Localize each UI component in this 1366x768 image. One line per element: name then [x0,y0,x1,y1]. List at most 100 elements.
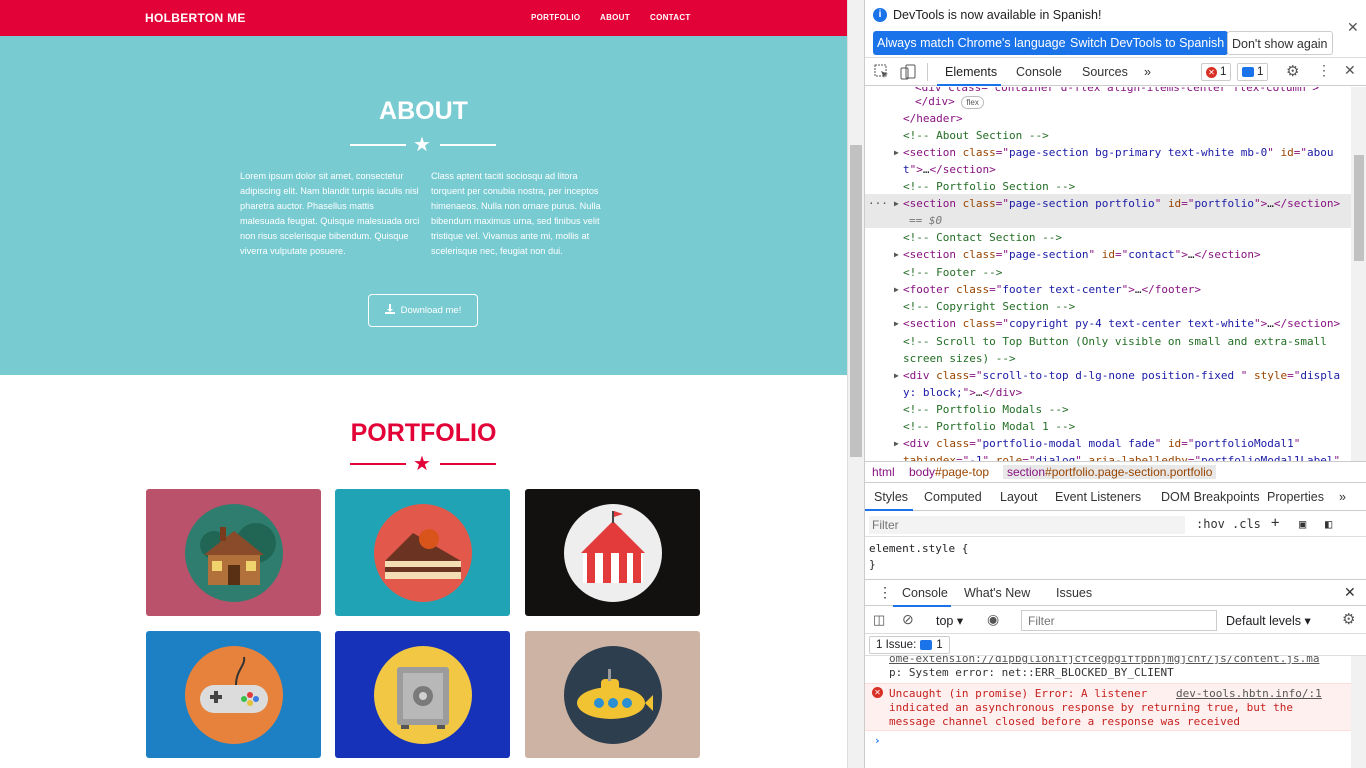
toolbar-separator [927,63,928,81]
dont-show-again-button[interactable]: Don't show again [1227,31,1333,55]
about-text-left: Lorem ipsum dolor sit amet, consectetur … [240,171,420,256]
cls-toggle[interactable]: .cls [1232,517,1261,531]
brand-logo[interactable]: HOLBERTON ME [145,11,246,25]
tab-styles[interactable]: Styles [874,490,908,504]
issues-label: 1 Issue: [876,639,917,651]
language-infobar: i DevTools is now available in Spanish! … [865,0,1366,58]
star-icon: ★ [413,453,431,475]
more-tabs-icon[interactable]: » [1144,65,1151,79]
issues-row: 1 Issue: 1 [865,634,1366,656]
drawer-tab-console[interactable]: Console [902,586,948,600]
close-devtools-icon[interactable]: ✕ [1344,62,1360,78]
tab-sources[interactable]: Sources [1082,65,1128,79]
switch-language-button[interactable]: Switch DevTools to Spanish [1066,31,1229,55]
nav-link-contact[interactable]: CONTACT [650,13,691,22]
issues-button[interactable]: 1 Issue: 1 [869,636,950,654]
elements-scrollbar[interactable] [1351,87,1366,461]
drawer-tab-whats-new[interactable]: What's New [964,586,1030,600]
tab-computed[interactable]: Computed [924,490,982,504]
breadcrumb-html[interactable]: html [872,465,895,479]
about-title: ABOUT [379,97,468,125]
new-style-rule-icon[interactable]: + [1271,515,1279,531]
error-icon: ✕ [1206,66,1217,78]
match-language-button[interactable]: Always match Chrome's language [873,31,1070,55]
close-drawer-icon[interactable]: ✕ [1344,584,1356,601]
portfolio-item-safe[interactable] [335,631,510,758]
tab-console[interactable]: Console [1016,65,1062,79]
clear-console-icon[interactable]: ⊘ [902,611,914,628]
console-message-source[interactable]: ome-extension://dipbglionifjcfcegpgiffpb… [889,656,1319,666]
infobar-message: DevTools is now available in Spanish! [893,8,1102,22]
info-icon: i [873,8,887,22]
navbar: HOLBERTON ME PORTFOLIO ABOUT CONTACT [0,0,847,36]
issues-count: 1 [936,639,943,651]
error-message-line-3: message channel closed before a response… [889,715,1240,728]
error-icon: ✕ [872,687,883,698]
console-error-entry: ✕ Uncaught (in promise) Error: A listene… [865,683,1351,731]
console-messages[interactable]: ome-extension://dipbglionifjcfcegpgiffpb… [865,656,1351,768]
portfolio-item-cabin[interactable] [146,489,321,616]
error-count-badge[interactable]: ✕ 1 [1201,63,1232,81]
page-scrollbar[interactable] [847,0,864,768]
console-settings-gear-icon[interactable]: ⚙ [1342,610,1355,628]
breadcrumb-body[interactable]: body#page-top [909,465,989,479]
elements-tree[interactable]: <div class="container d-flex align-items… [865,87,1351,461]
tab-event-listeners[interactable]: Event Listeners [1055,490,1141,504]
more-styles-tabs-icon[interactable]: » [1339,490,1346,504]
download-icon [384,304,395,317]
message-count-badge[interactable]: 1 [1237,63,1269,81]
download-button-label: Download me! [400,305,462,316]
message-count: 1 [1257,66,1264,78]
context-selector[interactable]: top ▾ [936,613,963,628]
settings-gear-icon[interactable]: ⚙ [1286,62,1302,80]
divider-line-right [440,144,496,146]
message-icon [920,640,933,650]
live-expression-eye-icon[interactable]: ◉ [987,611,999,628]
tab-layout[interactable]: Layout [1000,490,1038,504]
more-options-icon[interactable]: ⋮ [1317,62,1333,78]
element-style-rule[interactable]: element.style { } [869,541,968,573]
hov-toggle[interactable]: :hov [1196,517,1225,531]
styles-filter-bar: :hov .cls + ▣ ◧ [865,512,1366,537]
tab-elements[interactable]: Elements [945,65,997,79]
drawer-tab-issues[interactable]: Issues [1056,586,1092,600]
active-styles-tab-indicator [865,509,913,511]
devtools-panel: i DevTools is now available in Spanish! … [864,0,1366,768]
styles-tabbar: Styles Computed Layout Event Listeners D… [865,485,1366,511]
toggle-sidebar-icon[interactable]: ◧ [1325,517,1332,531]
error-message-line-1: Uncaught (in promise) Error: A listener [889,687,1148,700]
console-toolbar: ◫ ⊘ top ▾ ◉ Default levels ▾ ⚙ [865,607,1366,634]
drawer-menu-icon[interactable]: ⋮ [878,584,892,601]
nav-link-about[interactable]: ABOUT [600,13,630,22]
star-icon: ★ [413,134,431,156]
styles-filter-input[interactable] [869,516,1185,534]
flex-badge[interactable]: flex [961,96,984,109]
circus-icon [563,503,662,602]
close-icon[interactable]: ✕ [1347,19,1359,36]
device-toolbar-icon[interactable] [900,64,916,80]
portfolio-item-submarine[interactable] [525,631,700,758]
console-prompt-icon[interactable]: › [874,734,881,748]
error-source-link[interactable]: dev-tools.hbtn.info/:1 [1176,687,1322,701]
nav-link-portfolio[interactable]: PORTFOLIO [531,13,580,22]
drawer-tabbar: ⋮ Console What's New Issues ✕ [865,579,1366,607]
download-button[interactable]: Download me! [368,294,478,327]
tab-properties[interactable]: Properties [1267,490,1324,504]
console-filter-input[interactable] [1021,610,1217,631]
page-scrollbar-thumb[interactable] [850,145,862,457]
portfolio-divider-left [350,463,406,465]
divider-line-left [350,144,406,146]
error-message-line-2: indicated an asynchronous response by re… [889,701,1293,714]
paint-icon[interactable]: ▣ [1299,517,1306,531]
inspect-element-icon[interactable] [874,64,890,80]
portfolio-item-cake[interactable] [335,489,510,616]
console-sidebar-icon[interactable]: ◫ [873,612,885,628]
portfolio-title: PORTFOLIO [350,419,497,447]
portfolio-item-game[interactable] [146,631,321,758]
elements-scrollbar-thumb[interactable] [1354,155,1364,261]
portfolio-item-circus[interactable] [525,489,700,616]
breadcrumb-section[interactable]: section#portfolio.page-section.portfolio [1003,465,1217,479]
tab-dom-breakpoints[interactable]: DOM Breakpoints [1161,490,1260,504]
log-levels-dropdown[interactable]: Default levels ▾ [1226,613,1311,628]
console-scrollbar[interactable] [1351,656,1366,768]
